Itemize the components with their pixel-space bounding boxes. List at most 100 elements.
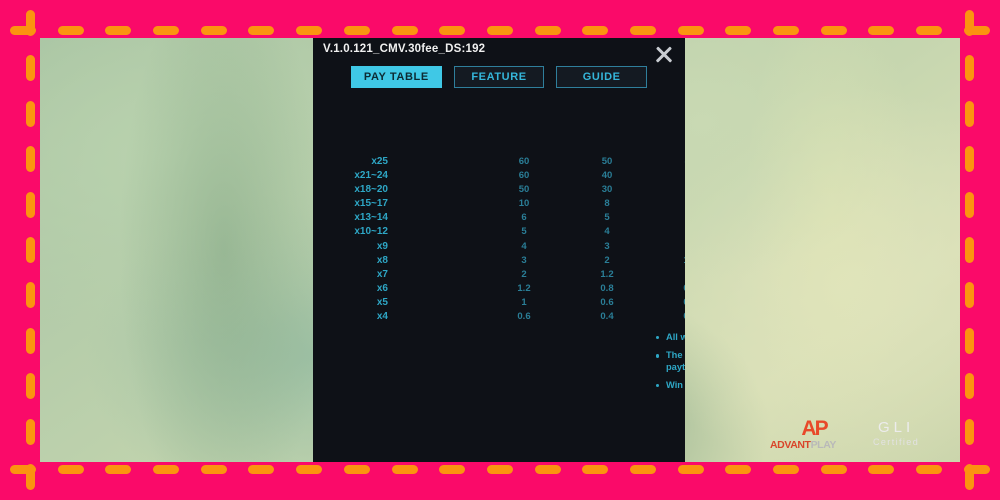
frame-dash xyxy=(343,26,370,35)
paytable-cell: 50 xyxy=(601,156,613,167)
frame-dash xyxy=(57,26,84,35)
frame-dash xyxy=(773,465,799,474)
paytable-cell: 60 xyxy=(518,170,530,182)
frame-dash xyxy=(26,327,35,354)
paytable-row-label: x5 xyxy=(376,296,388,308)
frame-dash xyxy=(248,26,275,35)
paytable-row: x8321.20.8 xyxy=(313,255,685,269)
frame-dashes-right xyxy=(965,10,974,490)
frame-dash xyxy=(677,26,704,35)
advantplay-wordmark: ADVANTPLAY xyxy=(770,439,858,451)
paytable-cell: 0.4 xyxy=(662,311,685,322)
tab-guide[interactable]: GUIDE xyxy=(556,66,648,88)
frame-dash xyxy=(916,465,943,474)
dialog-tabs: PAY TABLE FEATURE GUIDE xyxy=(351,66,648,88)
close-icon[interactable] xyxy=(653,44,675,66)
frame-dash xyxy=(296,26,323,35)
frame-dash xyxy=(26,463,35,490)
frame-dash xyxy=(26,146,35,173)
frame-dash xyxy=(26,10,35,36)
paytable-cell: 6 xyxy=(662,198,685,209)
paytable-cell: 2 xyxy=(604,254,610,266)
rule-item: The winning combination is paid accordin… xyxy=(655,350,685,373)
paytable-cell: 0.8 xyxy=(600,282,614,294)
paytable-cell: 5 xyxy=(521,226,527,238)
frame-dash xyxy=(486,465,513,474)
paytable-row: x15~1710864 xyxy=(313,198,685,212)
frame-dash xyxy=(105,26,132,35)
frame-dash xyxy=(153,26,180,35)
frame-dash xyxy=(965,282,974,309)
frame-dash xyxy=(296,465,323,474)
frame-dash xyxy=(868,465,895,474)
paytable-row-label: x6 xyxy=(376,282,388,294)
paytable-cell: 50 xyxy=(518,184,530,196)
paytable-row: x2560504030 xyxy=(313,156,685,170)
paytable-row-label: x15~17 xyxy=(354,198,388,210)
frame-dash xyxy=(965,327,974,354)
frame-dash xyxy=(965,100,974,127)
paytable-cell: 2 xyxy=(662,241,685,252)
rules-list: All winning combinations will be paid fr… xyxy=(655,332,685,398)
frame-dash xyxy=(965,10,974,36)
frame-dash xyxy=(582,465,609,474)
tab-pay-table[interactable]: PAY TABLE xyxy=(351,66,442,88)
frame-dash xyxy=(820,26,847,35)
paytable-row: x94321 xyxy=(313,241,685,255)
frame-dashes-top xyxy=(10,26,990,35)
paytable-row-label: x8 xyxy=(376,254,388,266)
frame-dash xyxy=(965,55,974,82)
paytable-cell: 0.6 xyxy=(517,311,531,323)
paytable-row: x21~2460403020 xyxy=(313,170,685,184)
paytable-cell: 1.2 xyxy=(662,255,685,266)
frame-dash xyxy=(26,191,35,218)
gli-subtitle: Certified xyxy=(873,436,920,447)
frame-dash xyxy=(965,236,974,263)
frame-dash xyxy=(57,465,84,474)
paytable-row-label: x18~20 xyxy=(354,184,388,196)
rule-item: All winning combinations will be paid fr… xyxy=(655,332,685,343)
paytable-cell: 1.2 xyxy=(600,268,614,280)
paytable-cell: 4 xyxy=(521,240,527,252)
paytable-row-label: x4 xyxy=(376,311,388,323)
paytable-row: x13~146542 xyxy=(313,212,685,226)
frame-dash xyxy=(439,465,466,474)
frame-dash xyxy=(26,282,35,309)
paytable-row-label: x9 xyxy=(376,240,388,252)
paytable-row-label: x10~12 xyxy=(354,226,388,238)
gli-certified-logo: GLI Certified xyxy=(873,419,920,447)
frame-dash xyxy=(677,465,704,474)
frame-dash xyxy=(534,465,561,474)
advantplay-logo: AP ADVANTPLAY xyxy=(770,418,858,451)
tab-feature[interactable]: FEATURE xyxy=(453,66,545,88)
paytable-cell: 1 xyxy=(662,269,685,280)
frame-dash xyxy=(773,26,799,35)
paytable-row: x18~2050302010 xyxy=(313,184,685,198)
advantplay-word-gray: PLAY xyxy=(810,439,837,451)
paytable-row: x721.210.6 xyxy=(313,269,685,283)
frame-dash xyxy=(391,26,418,35)
frame-dash xyxy=(200,26,227,35)
paytable-row: x40.60.40.40.2 xyxy=(313,311,685,325)
frame-dash xyxy=(820,465,847,474)
paytable-cell: 40 xyxy=(601,170,613,182)
gli-mark: GLI xyxy=(877,419,915,436)
paytable-row: x61.20.80.60.4 xyxy=(313,283,685,297)
frame-dash xyxy=(582,26,609,35)
paytable-cell: 4 xyxy=(662,212,685,223)
paytable-cell: 20 xyxy=(662,184,686,195)
version-label: V.1.0.121_CMV.30fee_DS:192 xyxy=(323,43,486,55)
paytable-cell: 3 xyxy=(662,226,685,237)
frame-dash xyxy=(965,373,974,400)
paytable-row: x510.60.60.4 xyxy=(313,297,685,311)
frame-dash xyxy=(26,100,35,127)
paytable-grid: x2560504030x21~2460403020x18~2050302010x… xyxy=(313,156,685,325)
paytable-cell: 40 xyxy=(662,156,686,167)
frame-dash xyxy=(965,463,974,490)
frame-dash xyxy=(725,465,752,474)
paytable-cell: 10 xyxy=(518,198,530,210)
paytable-cell: 3 xyxy=(521,254,527,266)
frame-dash xyxy=(105,465,132,474)
frame-dash xyxy=(26,418,35,445)
frame-dash xyxy=(965,146,974,173)
